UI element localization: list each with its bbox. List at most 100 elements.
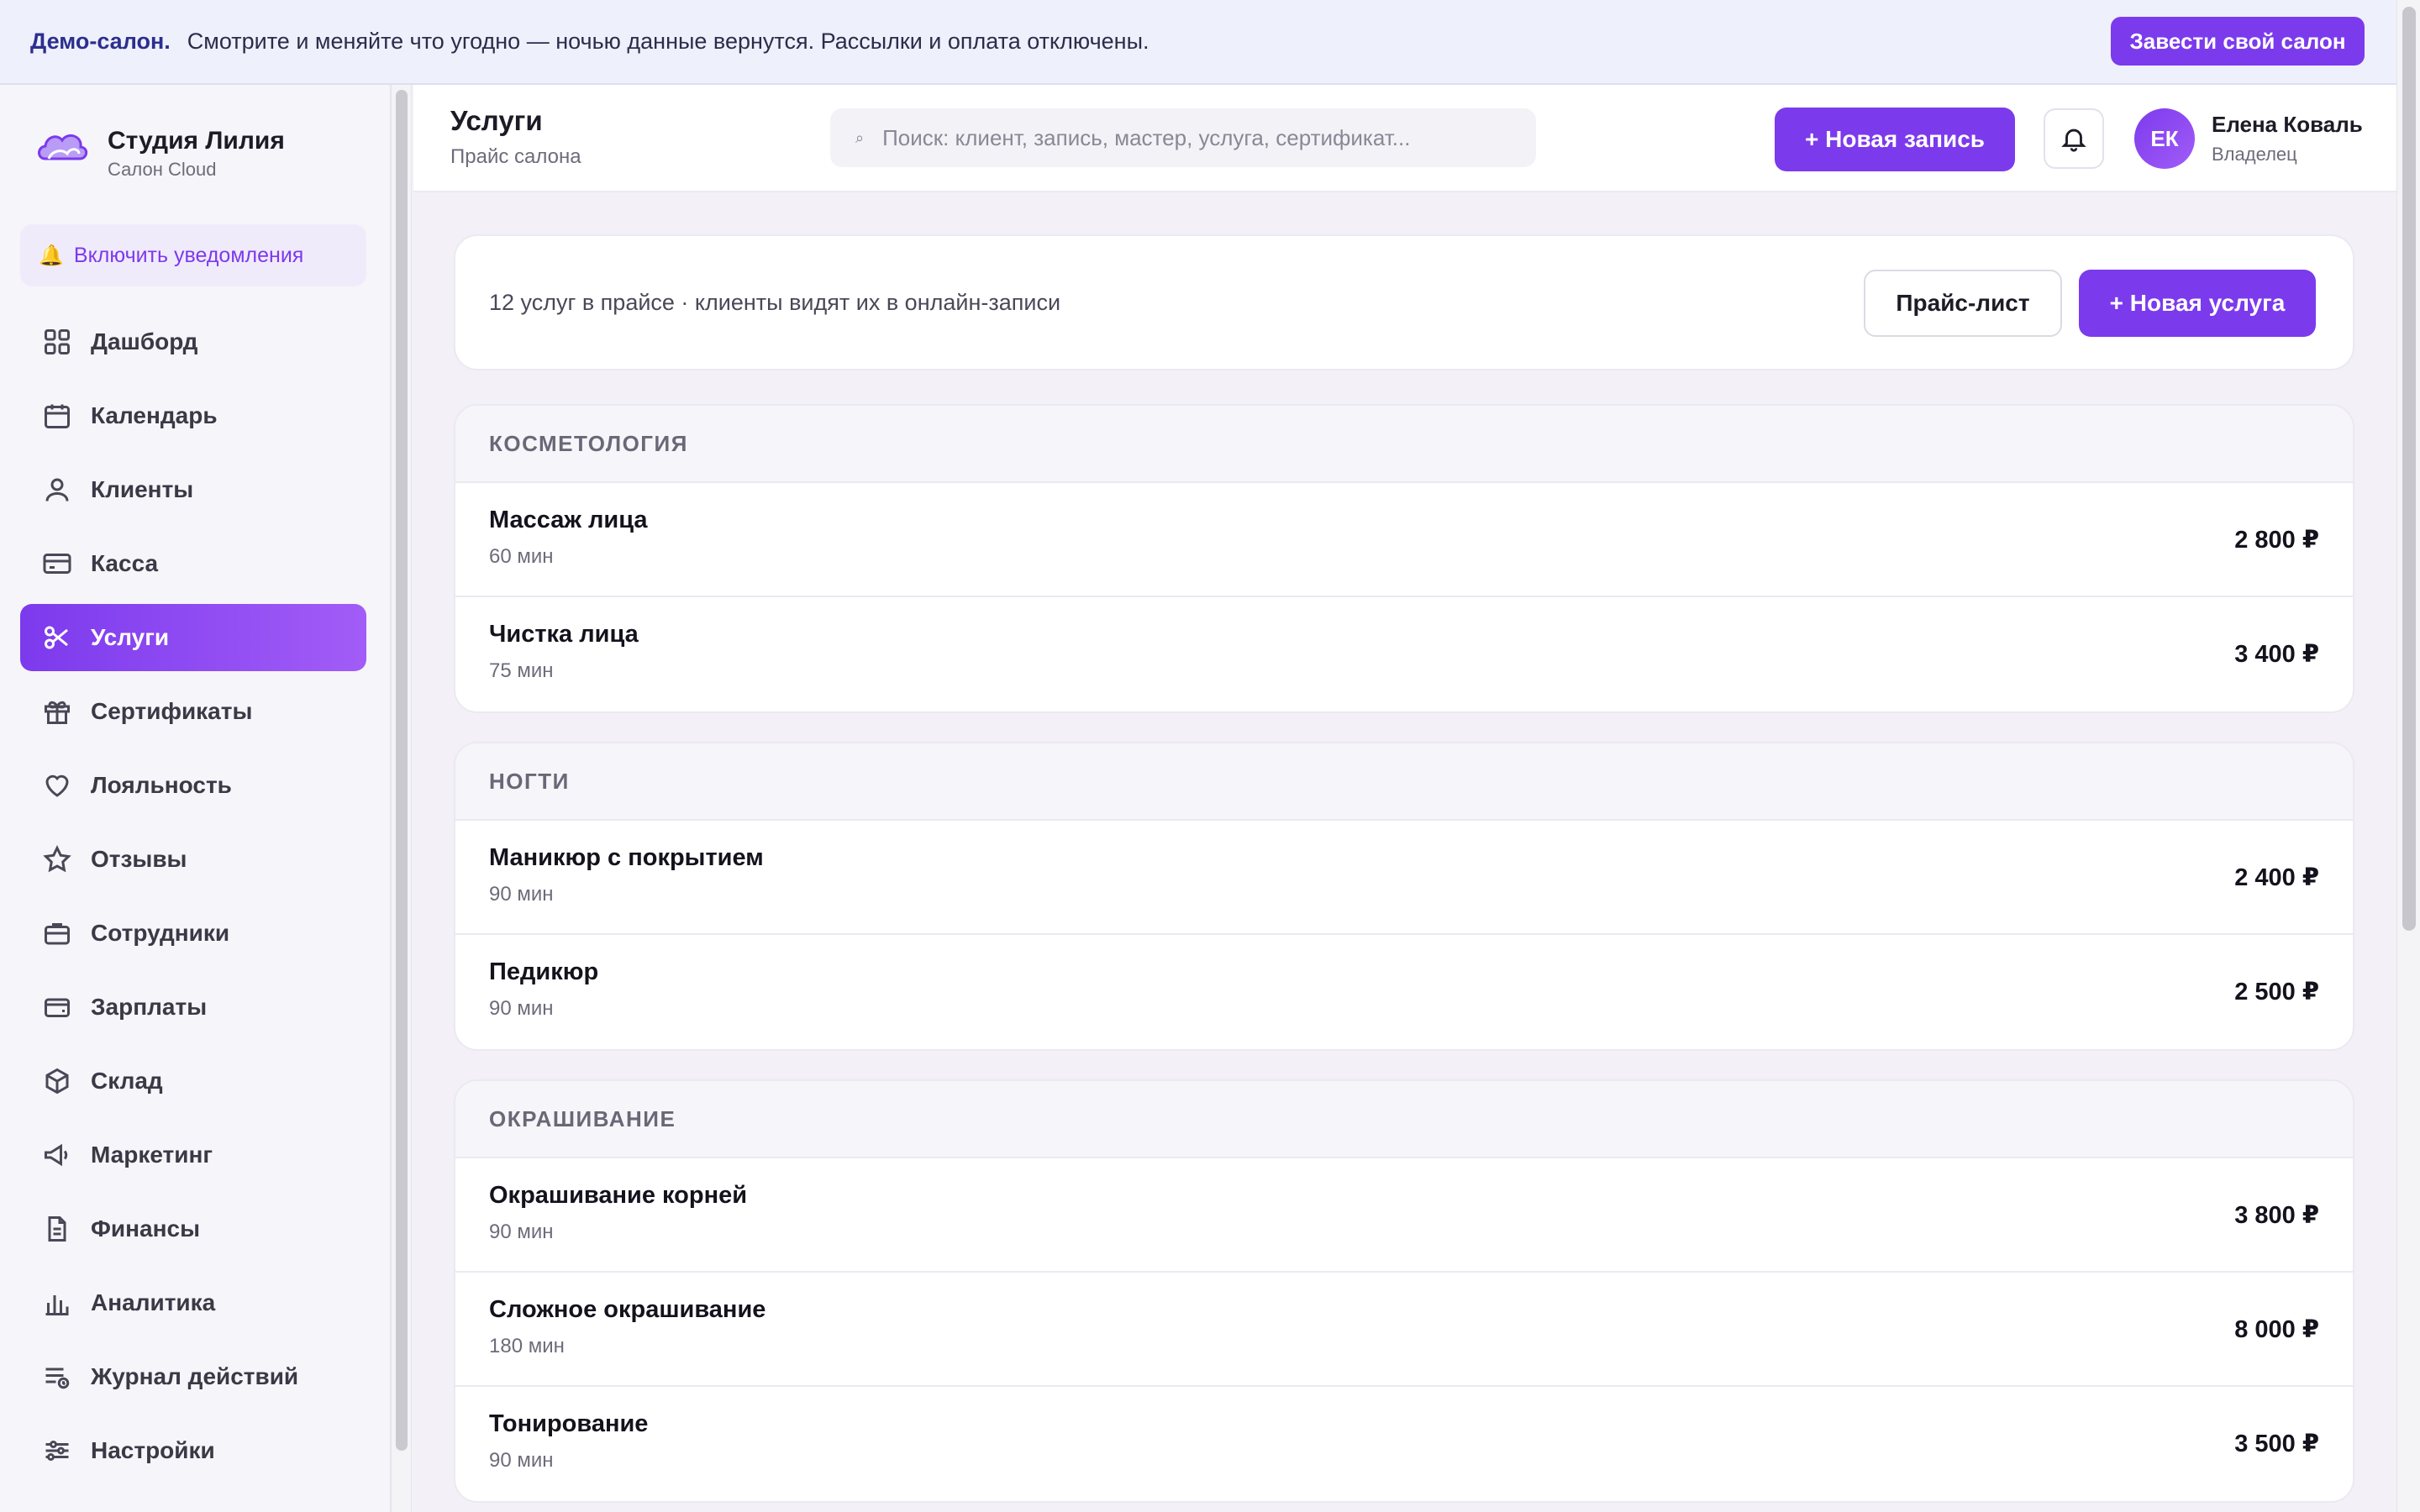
sidebar-nav: Дашборд Календарь Клиенты Касса Услуги С… — [20, 308, 366, 1491]
sidebar-item-clients[interactable]: Клиенты — [20, 456, 366, 523]
service-row[interactable]: Массаж лица 60 мин 2 800 ₽ — [455, 483, 2353, 597]
scissors-icon — [45, 626, 68, 649]
sidebar-item-label: Касса — [91, 550, 159, 576]
service-name: Педикюр — [489, 958, 599, 985]
grid-icon — [45, 329, 70, 354]
sidebar-item-services[interactable]: Услуги — [20, 604, 366, 671]
service-price: 2 500 ₽ — [2234, 979, 2319, 1005]
sidebar-item-certificates[interactable]: Сертификаты — [20, 678, 366, 745]
sidebar-item-marketing[interactable]: Маркетинг — [20, 1121, 366, 1189]
sidebar-item-label: Сертификаты — [91, 698, 253, 724]
bar-chart-icon — [45, 1295, 69, 1315]
sidebar-item-loyalty[interactable]: Лояльность — [20, 752, 366, 819]
category-title: КОСМЕТОЛОГИЯ — [455, 406, 2353, 483]
user-name[interactable]: Елена Коваль — [2212, 112, 2363, 138]
page-title: Услуги — [450, 105, 543, 136]
category-cosmetology: КОСМЕТОЛОГИЯ Массаж лица 60 мин 2 800 ₽ … — [454, 404, 2354, 713]
sidebar-item-activity-log[interactable]: Журнал действий — [20, 1343, 366, 1410]
service-name: Окрашивание корней — [489, 1182, 748, 1209]
enable-notifications-button[interactable]: 🔔 Включить уведомления — [20, 224, 366, 286]
service-price: 3 800 ₽ — [2234, 1202, 2319, 1229]
brand[interactable]: Студия Лилия Салон Cloud — [34, 125, 285, 180]
service-row[interactable]: Педикюр 90 мин 2 500 ₽ — [455, 935, 2353, 1049]
service-duration: 75 мин — [489, 659, 554, 682]
window-scrollbar[interactable] — [2396, 0, 2420, 1512]
service-name: Массаж лица — [489, 507, 648, 533]
sidebar-item-warehouse[interactable]: Склад — [20, 1047, 366, 1115]
star-icon — [43, 845, 71, 873]
service-duration: 90 мин — [489, 883, 554, 906]
sidebar-item-staff[interactable]: Сотрудники — [20, 900, 366, 967]
wallet-icon — [45, 998, 70, 1017]
sidebar-item-analytics[interactable]: Аналитика — [20, 1269, 366, 1336]
cloud-logo-icon — [38, 134, 88, 160]
service-price: 3 400 ₽ — [2234, 641, 2319, 668]
sidebar-scrollbar-thumb[interactable] — [396, 90, 408, 1451]
sidebar-item-label: Клиенты — [91, 476, 194, 502]
main-content: 12 услуг в прайсе · клиенты видят их в о… — [413, 192, 2396, 1512]
notifications-button[interactable] — [2044, 108, 2104, 169]
banner-message: Смотрите и меняйте что угодно — ночью да… — [187, 29, 1150, 54]
service-row[interactable]: Сложное окрашивание 180 мин 8 000 ₽ — [455, 1273, 2353, 1387]
sidebar-item-label: Аналитика — [91, 1289, 216, 1315]
services-summary-card: 12 услуг в прайсе · клиенты видят их в о… — [454, 234, 2354, 370]
sidebar-item-label: Лояльность — [91, 772, 232, 798]
box-icon — [45, 1068, 69, 1095]
service-price: 3 500 ₽ — [2234, 1431, 2319, 1457]
window-scrollbar-thumb[interactable] — [2402, 7, 2416, 931]
bell-icon: 🔔 — [39, 244, 64, 267]
sidebar-item-cashbox[interactable]: Касса — [20, 530, 366, 597]
service-name: Тонирование — [489, 1410, 649, 1437]
sidebar-item-label: Сотрудники — [91, 920, 230, 946]
service-name: Маникюр с покрытием — [489, 844, 764, 871]
salon-product: Салон Cloud — [108, 159, 217, 180]
user-role: Владелец — [2212, 144, 2297, 165]
sidebar-scrollbar[interactable] — [392, 85, 412, 1512]
salon-name: Студия Лилия — [108, 127, 285, 155]
service-duration: 90 мин — [489, 997, 554, 1020]
price-list-button[interactable]: Прайс-лист — [1864, 270, 2062, 337]
sliders-icon — [45, 1441, 69, 1461]
global-search[interactable]: ⌕ — [830, 108, 1536, 167]
sidebar-item-calendar[interactable]: Календарь — [20, 382, 366, 449]
service-duration: 60 мин — [489, 545, 554, 568]
service-row[interactable]: Маникюр с покрытием 90 мин 2 400 ₽ — [455, 821, 2353, 935]
document-icon — [48, 1216, 66, 1242]
sidebar-item-label: Отзывы — [91, 846, 187, 872]
search-icon: ⌕ — [855, 129, 865, 146]
banner-title: Демо-салон. — [30, 29, 171, 54]
category-title: НОГТИ — [455, 743, 2353, 821]
category-title: ОКРАШИВАНИЕ — [455, 1081, 2353, 1158]
search-input[interactable] — [882, 124, 1505, 151]
calendar-icon — [45, 404, 70, 428]
service-row[interactable]: Окрашивание корней 90 мин 3 800 ₽ — [455, 1158, 2353, 1273]
create-salon-button[interactable]: Завести свой салон — [2111, 17, 2365, 66]
services-summary-text: 12 услуг в прайсе · клиенты видят их в о… — [489, 290, 1061, 315]
service-price: 2 400 ₽ — [2234, 864, 2319, 891]
service-duration: 90 мин — [489, 1449, 554, 1472]
sidebar-item-salaries[interactable]: Зарплаты — [20, 974, 366, 1041]
megaphone-icon — [45, 1143, 68, 1167]
sidebar-item-settings[interactable]: Настройки — [20, 1417, 366, 1484]
new-service-button[interactable]: + Новая услуга — [2079, 270, 2316, 337]
gift-icon — [45, 701, 70, 724]
service-row[interactable]: Тонирование 90 мин 3 500 ₽ — [455, 1387, 2353, 1501]
top-header: Услуги Прайс салона ⌕ + Новая запись ЕК … — [413, 85, 2396, 192]
sidebar-item-dashboard[interactable]: Дашборд — [20, 308, 366, 375]
category-nails: НОГТИ Маникюр с покрытием 90 мин 2 400 ₽… — [454, 742, 2354, 1051]
sidebar-item-finance[interactable]: Финансы — [20, 1195, 366, 1263]
heart-icon — [45, 774, 69, 797]
briefcase-icon — [45, 923, 70, 945]
service-name: Чистка лица — [489, 621, 639, 648]
sidebar-item-label: Журнал действий — [91, 1363, 299, 1389]
sidebar-item-label: Календарь — [91, 402, 218, 428]
log-icon — [45, 1368, 70, 1389]
sidebar-item-reviews[interactable]: Отзывы — [20, 826, 366, 893]
avatar[interactable]: ЕК — [2134, 108, 2195, 169]
service-row[interactable]: Чистка лица 75 мин 3 400 ₽ — [455, 597, 2353, 711]
new-appointment-button[interactable]: + Новая запись — [1775, 108, 2015, 171]
page-subtitle: Прайс салона — [450, 145, 581, 168]
sidebar-item-label: Дашборд — [91, 328, 198, 354]
sidebar-item-label: Настройки — [91, 1437, 215, 1463]
bell-icon — [2061, 129, 2086, 152]
